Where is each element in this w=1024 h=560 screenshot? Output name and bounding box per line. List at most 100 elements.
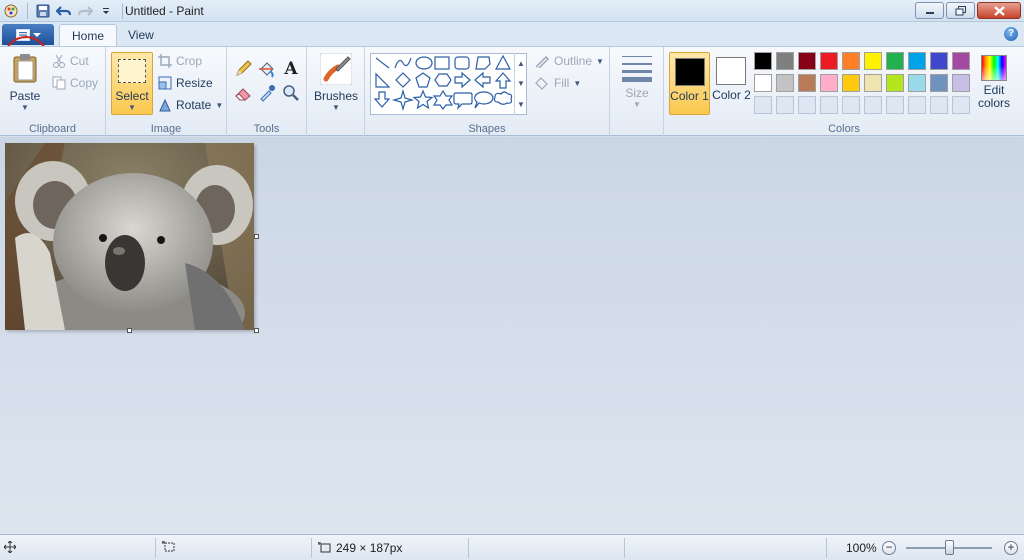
paint-app-icon[interactable] (2, 2, 20, 20)
zoom-out-icon[interactable]: − (882, 541, 896, 555)
fill-button[interactable]: Fill ▼ (534, 76, 581, 90)
canvas-area[interactable] (0, 137, 1024, 534)
text-icon[interactable]: A (281, 59, 301, 79)
selection-size-icon (162, 541, 176, 553)
palette-swatch[interactable] (798, 52, 816, 70)
zoom-slider-thumb[interactable] (945, 540, 954, 555)
palette-empty-slot[interactable] (820, 96, 838, 114)
customize-dropdown-icon[interactable] (97, 2, 115, 20)
palette-empty-slot[interactable] (776, 96, 794, 114)
palette-swatch[interactable] (952, 74, 970, 92)
palette-swatch[interactable] (754, 74, 772, 92)
quick-access-toolbar (2, 2, 129, 20)
crop-icon (158, 54, 172, 68)
palette-swatch[interactable] (754, 52, 772, 70)
scroll-up-icon[interactable]: ▲ (517, 59, 525, 68)
copy-label: Copy (70, 76, 99, 90)
tools-group-label: Tools (253, 123, 280, 135)
pencil-icon[interactable] (233, 59, 253, 79)
palette-swatch[interactable] (930, 52, 948, 70)
palette-swatch[interactable] (776, 52, 794, 70)
palette-swatch[interactable] (864, 74, 882, 92)
palette-empty-slot[interactable] (886, 96, 904, 114)
palette-swatch[interactable] (776, 74, 794, 92)
palette-swatch[interactable] (930, 74, 948, 92)
eraser-icon[interactable] (233, 83, 253, 103)
color2-button[interactable]: Color 2 (711, 52, 752, 115)
copy-button[interactable]: Copy (52, 76, 98, 90)
cut-label: Cut (70, 54, 89, 68)
right-arrow-shape-icon (454, 71, 471, 89)
paste-button[interactable]: Paste ▼ (6, 53, 44, 112)
tab-view[interactable]: View (116, 24, 166, 46)
undo-icon[interactable] (55, 2, 73, 20)
close-icon[interactable] (977, 2, 1021, 19)
scissors-icon (53, 54, 65, 68)
cut-button[interactable]: Cut (52, 54, 89, 68)
palette-swatch[interactable] (798, 74, 816, 92)
palette-swatch[interactable] (820, 52, 838, 70)
palette-empty-slot[interactable] (908, 96, 926, 114)
palette-swatch[interactable] (908, 74, 926, 92)
palette-empty-slot[interactable] (798, 96, 816, 114)
palette-swatch[interactable] (864, 52, 882, 70)
palette-empty-slot[interactable] (842, 96, 860, 114)
copy-icon (52, 76, 66, 90)
save-icon[interactable] (34, 2, 52, 20)
clipboard-group: Paste ▼ Cut Copy Clipboard (0, 47, 106, 137)
oval-shape-icon (415, 56, 433, 70)
resize-handle-right[interactable] (254, 234, 259, 239)
minimize-icon[interactable] (915, 2, 944, 19)
brushes-button[interactable]: Brushes ▼ (312, 53, 360, 112)
palette-swatch[interactable] (842, 74, 860, 92)
ribbon: Paste ▼ Cut Copy Clipboard Image Select … (0, 46, 1024, 137)
rounded-callout-shape-icon (453, 92, 473, 110)
up-arrow-shape-icon (494, 72, 512, 89)
resize-button[interactable]: Resize (158, 76, 213, 90)
palette-swatch[interactable] (952, 52, 970, 70)
diamond-shape-icon (395, 72, 411, 88)
magnifier-icon[interactable] (281, 83, 301, 103)
shapes-scrollbar[interactable]: ▲ ▼ ▼ (514, 53, 527, 115)
select-button[interactable]: Select ▼ (111, 52, 153, 115)
resize-handle-bottom[interactable] (127, 328, 132, 333)
palette-empty-slot[interactable] (952, 96, 970, 114)
zoom-in-icon[interactable]: + (1004, 541, 1018, 555)
pentagon-shape-icon (415, 72, 431, 88)
line-width-icon (622, 56, 652, 82)
rotate-button[interactable]: Rotate ▼ (158, 98, 223, 112)
down-arrow-shape-icon (373, 91, 391, 108)
scroll-down-icon[interactable]: ▼ (517, 79, 525, 88)
size-button[interactable]: Size ▼ (616, 53, 658, 109)
palette-swatch[interactable] (908, 52, 926, 70)
color1-swatch (675, 58, 705, 86)
help-icon[interactable]: ? (1004, 27, 1018, 41)
palette-empty-slot[interactable] (754, 96, 772, 114)
edit-colors-button[interactable]: Edit colors (977, 52, 1011, 115)
resize-handle-corner[interactable] (254, 328, 259, 333)
brush-icon (320, 53, 352, 85)
palette-swatch[interactable] (886, 52, 904, 70)
palette-swatch[interactable] (886, 74, 904, 92)
color1-button[interactable]: Color 1 (669, 52, 710, 115)
four-point-star-shape-icon (391, 88, 415, 112)
expand-gallery-icon[interactable]: ▼ (517, 100, 525, 109)
koala-image[interactable] (5, 143, 254, 330)
color-picker-icon[interactable] (257, 83, 277, 103)
redo-icon[interactable] (76, 2, 94, 20)
selection-icon (118, 59, 146, 83)
image-size-display: 249 × 187px (318, 541, 402, 555)
shapes-icons (373, 54, 513, 112)
outline-button[interactable]: Outline ▼ (534, 54, 604, 68)
fill-bucket-icon[interactable] (257, 59, 277, 79)
window-title: Untitled - Paint (125, 4, 204, 18)
crop-button[interactable]: Crop (158, 54, 202, 68)
edit-colors-label: Edit colors (977, 83, 1010, 110)
tab-home[interactable]: Home (59, 24, 118, 46)
color2-label: Color 2 (712, 88, 751, 102)
restore-icon[interactable] (946, 2, 975, 19)
palette-swatch[interactable] (820, 74, 838, 92)
palette-empty-slot[interactable] (864, 96, 882, 114)
palette-swatch[interactable] (842, 52, 860, 70)
palette-empty-slot[interactable] (930, 96, 948, 114)
